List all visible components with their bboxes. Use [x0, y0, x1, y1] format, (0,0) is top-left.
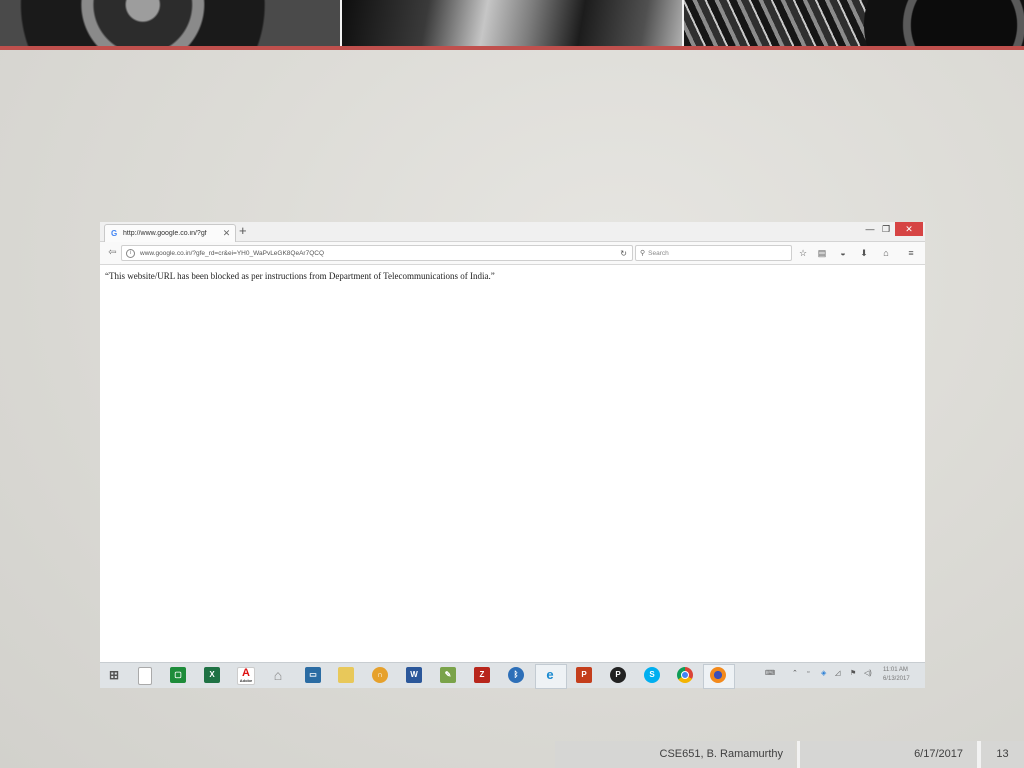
window-close-button[interactable]: ✕: [895, 222, 923, 236]
download-icon[interactable]: ⬇: [858, 247, 870, 259]
home-icon[interactable]: ⌂: [270, 667, 286, 683]
footer-date-text: 6/17/2017: [914, 748, 963, 760]
reader-icon[interactable]: ▤: [816, 247, 828, 259]
note-tray-icon[interactable]: ▫: [807, 669, 809, 676]
powerpoint-icon[interactable]: P: [576, 667, 592, 683]
monitor-icon[interactable]: ▭: [305, 667, 321, 683]
file-icon[interactable]: [138, 667, 152, 685]
wheel-image-right: [684, 0, 1024, 46]
chrome-icon[interactable]: [677, 667, 693, 683]
new-tab-button[interactable]: +: [239, 223, 247, 239]
banner-accent-line: [0, 46, 1024, 50]
browser-tab[interactable]: G http://www.google.co.in/?gf ✕: [104, 224, 236, 242]
slide-number: 13: [981, 741, 1024, 768]
browser-screenshot: G http://www.google.co.in/?gf ✕ + — ❐ ✕ …: [100, 222, 925, 662]
flag-icon[interactable]: ⚑: [850, 669, 856, 677]
reload-icon[interactable]: ↻: [620, 249, 627, 258]
menu-icon[interactable]: ≡: [905, 247, 917, 259]
firefox-icon[interactable]: [710, 667, 726, 683]
volume-icon[interactable]: ◁): [864, 669, 872, 677]
back-arrow-icon[interactable]: ⇦: [106, 246, 119, 259]
url-bar[interactable]: i www.google.co.in/?gfe_rd=cr&ei=YH0_WaP…: [121, 245, 633, 261]
filezilla-icon[interactable]: Z: [474, 667, 490, 683]
window-maximize-button[interactable]: ❐: [879, 222, 893, 236]
skype-icon[interactable]: S: [644, 667, 660, 683]
folder-icon[interactable]: [338, 667, 354, 683]
window-minimize-button[interactable]: —: [863, 222, 877, 236]
google-favicon-icon: G: [111, 228, 118, 238]
wheel-image-left: [0, 0, 340, 46]
star-icon[interactable]: ☆: [797, 247, 809, 259]
slide-header-banner: [0, 0, 1024, 46]
taskbar-clock[interactable]: 11:01 AM 6/13/2017: [883, 666, 910, 684]
clock-time: 11:01 AM: [883, 667, 908, 673]
footer-author: CSE651, B. Ramamurthy: [555, 741, 795, 768]
paint-icon[interactable]: ✎: [440, 667, 456, 683]
wifi-icon[interactable]: ◿: [835, 669, 840, 677]
bluetooth-icon[interactable]: ᛒ: [508, 667, 524, 683]
home-icon[interactable]: ⌂: [880, 247, 892, 259]
internet-explorer-icon[interactable]: e: [542, 667, 558, 683]
adobe-icon[interactable]: A Adobe: [237, 667, 255, 685]
browser-tab-bar: G http://www.google.co.in/?gf ✕ + — ❐ ✕: [100, 222, 925, 242]
search-icon: ⚲: [640, 250, 646, 257]
blocked-message: “This website/URL has been blocked as pe…: [105, 271, 495, 281]
headphones-icon[interactable]: ∩: [372, 667, 388, 683]
adobe-label: Adobe: [239, 678, 253, 683]
tab-title: http://www.google.co.in/?gf: [123, 230, 207, 237]
pocket-icon[interactable]: ◒: [837, 247, 849, 259]
browser-nav-bar: ⇦ i www.google.co.in/?gfe_rd=cr&ei=YH0_W…: [100, 242, 925, 265]
page-content: “This website/URL has been blocked as pe…: [100, 265, 925, 662]
search-placeholder: Search: [648, 249, 669, 257]
excel-icon[interactable]: X: [204, 667, 220, 683]
camtasia-icon[interactable]: ▢: [170, 667, 186, 683]
windows-taskbar: ⊞ ▢ X A Adobe ⌂ ▭ ∩ W ✎ Z ᛒ e P P S ⌨ ⌃ ▫…: [100, 662, 925, 689]
p-app-icon[interactable]: P: [610, 667, 626, 683]
footer-date: 6/17/2017: [800, 741, 977, 768]
footer-author-text: CSE651, B. Ramamurthy: [659, 748, 784, 760]
tray-expand-icon[interactable]: ⌃: [792, 669, 798, 677]
keyboard-icon[interactable]: ⌨: [765, 669, 775, 677]
word-icon[interactable]: W: [406, 667, 422, 683]
wheel-image-center: [342, 0, 682, 46]
clock-date: 6/13/2017: [883, 676, 910, 682]
dropbox-tray-icon[interactable]: ◈: [821, 669, 826, 677]
site-info-icon[interactable]: i: [126, 248, 135, 258]
url-text: www.google.co.in/?gfe_rd=cr&ei=YH0_WaPvL…: [140, 249, 325, 257]
search-bar[interactable]: ⚲ Search: [635, 245, 792, 261]
tab-close-icon[interactable]: ✕: [222, 228, 231, 239]
windows-start-icon[interactable]: ⊞: [106, 667, 122, 683]
